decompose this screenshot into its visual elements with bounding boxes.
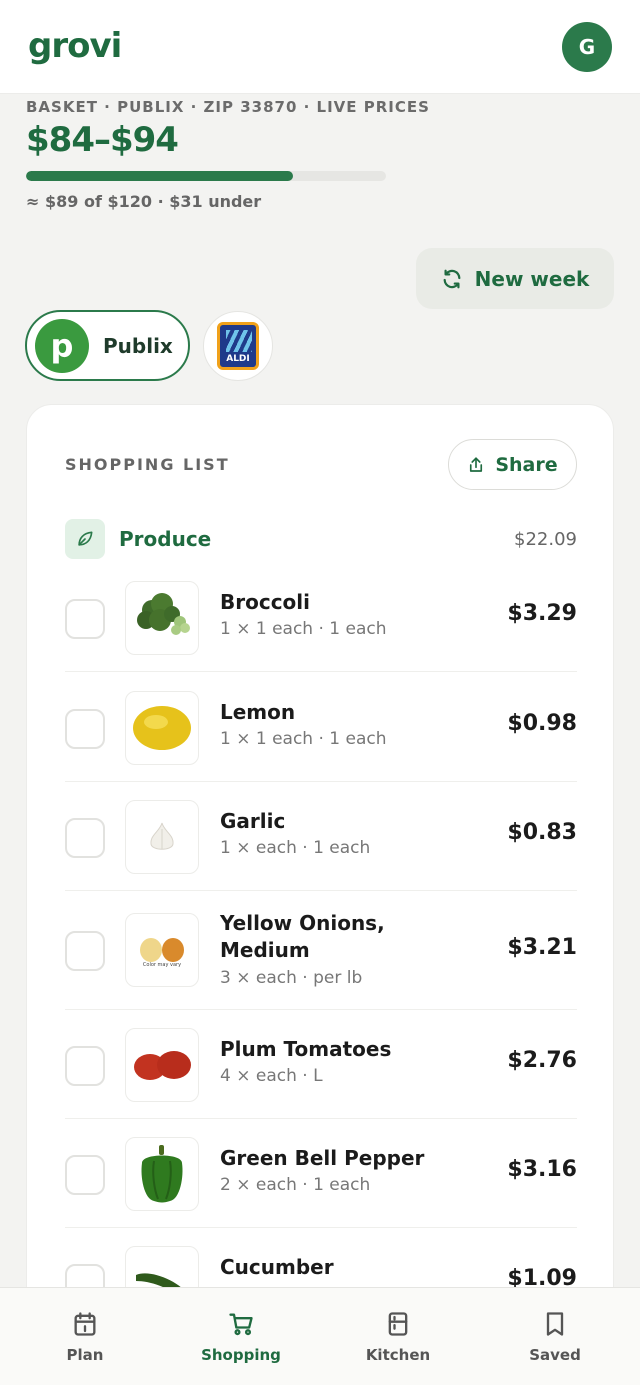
item-detail: 3 × each · per lb	[220, 968, 363, 988]
store-chip-aldi[interactable]: ALDI	[203, 311, 273, 381]
item-checkbox[interactable]	[65, 931, 105, 971]
budget-summary: ≈ $89 of $120 · $31 under	[26, 192, 262, 211]
nav-item-shopping[interactable]: Shopping	[186, 1310, 296, 1364]
shopping-list-title: SHOPPING LIST	[65, 455, 230, 474]
nav-item-kitchen[interactable]: Kitchen	[343, 1310, 453, 1364]
item-price: $0.83	[507, 820, 577, 845]
fridge-icon	[388, 1312, 408, 1336]
item-name: Green Bell Pepper	[220, 1146, 425, 1170]
nav-label: Saved	[529, 1346, 581, 1364]
item-name: Lemon	[220, 700, 296, 724]
item-name: Garlic	[220, 809, 286, 833]
basket-meta: BASKET · PUBLIX · ZIP 33870 · LIVE PRICE…	[26, 98, 430, 116]
list-item[interactable]: Garlic 1 × each · 1 each $0.83	[65, 782, 577, 891]
item-detail: 1 × 1 each · 1 each	[220, 729, 387, 749]
item-detail: 4 × each · L	[220, 1066, 323, 1086]
nav-item-plan[interactable]: Plan	[30, 1310, 140, 1364]
item-image-yellow-onions: Color may vary	[125, 913, 199, 987]
publix-logo: p	[35, 318, 89, 373]
store-chip-publix[interactable]: p Publix	[25, 310, 190, 381]
item-name: Plum Tomatoes	[220, 1037, 392, 1061]
refresh-icon	[443, 269, 461, 288]
list-item[interactable]: Plum Tomatoes 4 × each · L $2.76	[65, 1010, 577, 1119]
nav-label: Plan	[66, 1346, 104, 1364]
item-name: Cucumber	[220, 1255, 334, 1279]
item-checkbox[interactable]	[65, 1046, 105, 1086]
budget-progress-bar	[26, 171, 386, 181]
item-price: $3.16	[507, 1157, 577, 1182]
list-item[interactable]: Broccoli 1 × 1 each · 1 each $3.29	[65, 563, 577, 672]
item-checkbox[interactable]	[65, 599, 105, 639]
item-image-plum-tomatoes	[125, 1028, 199, 1102]
bottom-nav: Plan Shopping Kitchen Saved	[0, 1287, 640, 1385]
shopping-list-card: SHOPPING LIST Share Produce $22.09 Brocc…	[26, 404, 614, 1385]
item-price: $0.98	[507, 711, 577, 736]
share-button[interactable]: Share	[448, 439, 577, 490]
share-icon	[470, 456, 483, 472]
user-avatar[interactable]: G	[562, 22, 612, 72]
item-checkbox[interactable]	[65, 709, 105, 749]
item-detail: 1 × each · 1 each	[220, 838, 371, 858]
new-week-label: New week	[474, 266, 590, 291]
item-price: $3.21	[507, 935, 577, 960]
leaf-icon	[65, 519, 105, 559]
item-checkbox[interactable]	[65, 818, 105, 858]
item-detail: 1 × 1 each · 1 each	[220, 619, 387, 639]
nav-label: Kitchen	[365, 1346, 431, 1364]
share-label: Share	[495, 453, 558, 476]
category-name: Produce	[119, 527, 212, 551]
item-image-garlic	[125, 800, 199, 874]
app-header: grovi G	[0, 0, 640, 94]
calendar-icon	[74, 1312, 96, 1336]
category-header-produce[interactable]: Produce $22.09	[65, 518, 577, 560]
item-image-green-bell-pepper	[125, 1137, 199, 1211]
item-price: $3.29	[507, 601, 577, 626]
list-item[interactable]: Lemon 1 × 1 each · 1 each $0.98	[65, 673, 577, 782]
item-price: $2.76	[507, 1048, 577, 1073]
item-name: Broccoli	[220, 590, 311, 614]
item-image-lemon	[125, 691, 199, 765]
item-name: Yellow Onions, Medium	[220, 911, 385, 962]
budget-progress-fill	[26, 171, 294, 181]
aldi-logo: ALDI	[217, 322, 259, 370]
item-checkbox[interactable]	[65, 1155, 105, 1195]
bookmark-icon	[546, 1312, 564, 1336]
store-chip-label: Publix	[103, 333, 173, 358]
new-week-button[interactable]: New week	[416, 248, 614, 309]
basket-price-range: $84–$94	[26, 120, 179, 160]
item-image-broccoli	[125, 581, 199, 655]
app-logo[interactable]: grovi	[28, 26, 122, 66]
cart-icon	[229, 1313, 253, 1336]
item-image-caption: Color may vary	[142, 962, 182, 968]
list-item[interactable]: Color may vary Yellow Onions, Medium 3 ×…	[65, 891, 577, 1010]
list-item[interactable]: Green Bell Pepper 2 × each · 1 each $3.1…	[65, 1119, 577, 1228]
nav-label: Shopping	[201, 1346, 281, 1364]
category-total: $22.09	[514, 528, 577, 550]
item-detail: 2 × each · 1 each	[220, 1175, 371, 1195]
nav-item-saved[interactable]: Saved	[500, 1310, 610, 1364]
